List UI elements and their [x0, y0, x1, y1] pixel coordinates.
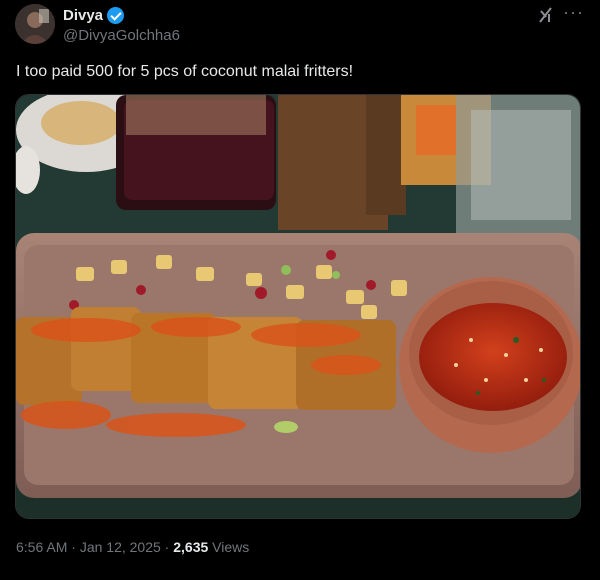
meta-separator: ·: [160, 539, 174, 555]
tweet-photo[interactable]: [15, 94, 581, 519]
author-name[interactable]: Divya: [63, 7, 103, 24]
views-count: 2,635: [173, 539, 209, 555]
tweet-text: I too paid 500 for 5 pcs of coconut mala…: [16, 63, 354, 80]
more-icon[interactable]: ···: [563, 2, 584, 23]
grok-icon[interactable]: [537, 6, 555, 24]
avatar[interactable]: [15, 4, 55, 44]
meta-separator: ·: [67, 539, 80, 555]
verified-badge-icon: [107, 7, 125, 24]
food-photo: [16, 95, 580, 518]
tweet-meta: 6:56 AM · Jan 12, 2025 · 2,635 Views: [16, 539, 249, 555]
author-handle[interactable]: @DivyaGolchha6: [63, 27, 180, 44]
author-name-row[interactable]: Divya: [63, 7, 125, 24]
tweet-time[interactable]: 6:56 AM: [16, 539, 67, 555]
tweet-date[interactable]: Jan 12, 2025: [80, 539, 161, 555]
views-label: Views: [208, 539, 250, 555]
avatar-image: [15, 4, 55, 44]
